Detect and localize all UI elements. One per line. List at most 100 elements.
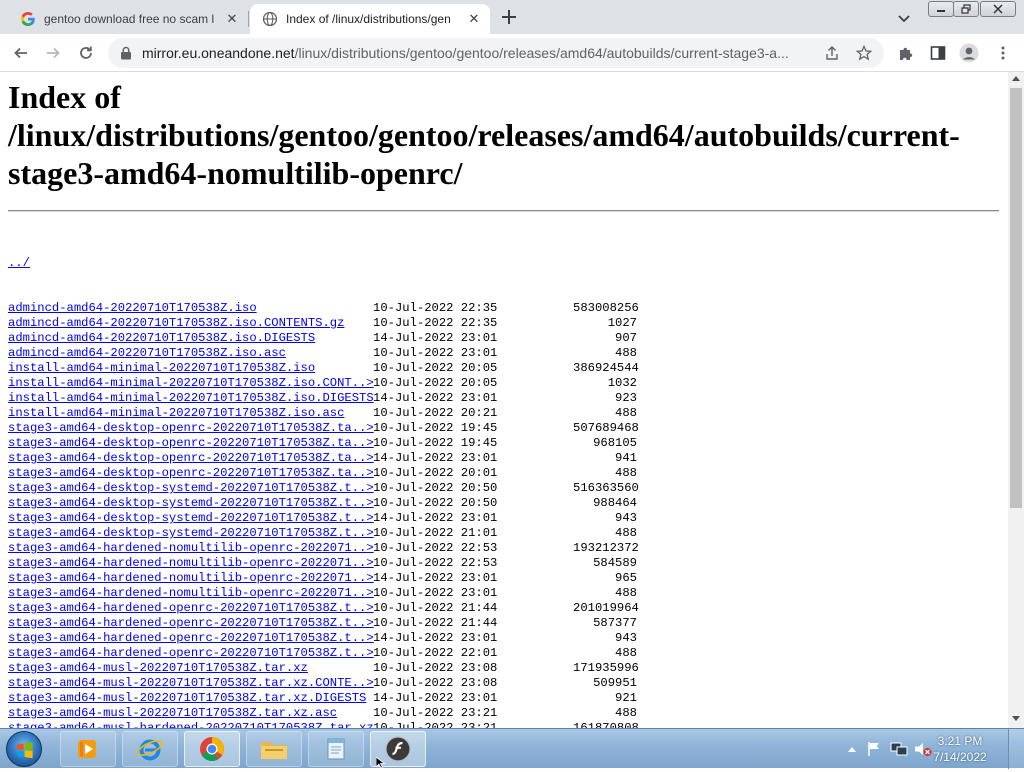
- file-link[interactable]: stage3-amd64-desktop-systemd-20220710T17…: [8, 481, 374, 495]
- show-desktop-button[interactable]: [1008, 729, 1024, 769]
- file-link[interactable]: stage3-amd64-desktop-openrc-20220710T170…: [8, 436, 374, 450]
- file-link[interactable]: install-amd64-minimal-20220710T170538Z.i…: [8, 361, 315, 375]
- file-link[interactable]: stage3-amd64-hardened-openrc-20220710T17…: [8, 601, 374, 615]
- file-row: admincd-amd64-20220710T170538Z.iso.asc 10…: [8, 346, 637, 361]
- file-link[interactable]: install-amd64-minimal-20220710T170538Z.i…: [8, 376, 374, 390]
- file-link[interactable]: stage3-amd64-hardened-openrc-20220710T17…: [8, 631, 374, 645]
- address-bar[interactable]: mirror.eu.oneandone.net/linux/distributi…: [108, 38, 884, 68]
- file-link[interactable]: admincd-amd64-20220710T170538Z.iso.asc: [8, 346, 286, 360]
- file-link[interactable]: stage3-amd64-hardened-openrc-20220710T17…: [8, 616, 374, 630]
- file-size: 488: [615, 706, 637, 720]
- taskbar-notepad[interactable]: [308, 731, 364, 767]
- file-name-cell: stage3-amd64-musl-20220710T170538Z.tar.x…: [8, 691, 373, 706]
- file-date: 10-Jul-2022 21:01: [373, 526, 498, 540]
- kebab-menu-icon: [1001, 46, 1005, 60]
- restore-window-button[interactable]: [953, 1, 979, 17]
- file-date: 10-Jul-2022 22:53: [373, 541, 498, 555]
- parent-directory-link[interactable]: ../: [8, 256, 30, 270]
- file-link[interactable]: stage3-amd64-musl-20220710T170538Z.tar.x…: [8, 676, 374, 690]
- show-hidden-icons-icon[interactable]: [847, 745, 857, 753]
- file-name-cell: stage3-amd64-desktop-systemd-20220710T17…: [8, 511, 374, 526]
- profile-button[interactable]: [959, 43, 979, 63]
- close-window-button[interactable]: [980, 1, 1016, 17]
- file-name-cell: admincd-amd64-20220710T170538Z.iso.asc: [8, 346, 373, 361]
- file-size: 488: [615, 646, 637, 660]
- share-icon[interactable]: [824, 45, 840, 61]
- file-link[interactable]: install-amd64-minimal-20220710T170538Z.i…: [8, 406, 344, 420]
- side-panel-button[interactable]: [929, 44, 947, 62]
- file-link[interactable]: stage3-amd64-hardened-nomultilib-openrc-…: [8, 556, 374, 570]
- file-link[interactable]: admincd-amd64-20220710T170538Z.iso.DIGES…: [8, 331, 315, 345]
- file-size: 488: [615, 526, 637, 540]
- scroll-down-arrow-icon[interactable]: [1012, 716, 1020, 721]
- taskbar-chrome[interactable]: [184, 731, 240, 767]
- action-center-flag-icon[interactable]: [866, 741, 882, 757]
- file-row: install-amd64-minimal-20220710T170538Z.i…: [8, 406, 637, 421]
- lock-icon[interactable]: [120, 46, 132, 60]
- start-button[interactable]: [6, 731, 42, 767]
- file-link[interactable]: stage3-amd64-musl-20220710T170538Z.tar.x…: [8, 706, 337, 720]
- file-link[interactable]: stage3-amd64-hardened-nomultilib-openrc-…: [8, 571, 374, 585]
- file-explorer-icon: [261, 742, 287, 759]
- file-link[interactable]: stage3-amd64-desktop-systemd-20220710T17…: [8, 526, 374, 540]
- minimize-window-button[interactable]: [928, 1, 954, 17]
- scrollbar-thumb[interactable]: [1010, 88, 1022, 508]
- file-row: install-amd64-minimal-20220710T170538Z.i…: [8, 361, 639, 376]
- parent-directory-row: ../: [8, 256, 637, 271]
- taskbar-media-player[interactable]: [60, 731, 116, 767]
- file-row: stage3-amd64-musl-20220710T170538Z.tar.x…: [8, 676, 637, 691]
- browser-menu-button[interactable]: [994, 44, 1012, 62]
- taskbar-file-explorer[interactable]: [246, 731, 302, 767]
- file-row: stage3-amd64-desktop-openrc-20220710T170…: [8, 436, 637, 451]
- arrow-right-icon: [47, 47, 60, 59]
- network-icon[interactable]: [890, 741, 908, 757]
- scroll-up-arrow-icon[interactable]: [1012, 76, 1020, 81]
- reload-icon: [80, 46, 92, 59]
- file-name-cell: stage3-amd64-desktop-openrc-20220710T170…: [8, 451, 374, 466]
- close-tab-icon[interactable]: ✕: [466, 11, 482, 27]
- file-link[interactable]: stage3-amd64-desktop-systemd-20220710T17…: [8, 496, 374, 510]
- file-link[interactable]: stage3-amd64-musl-20220710T170538Z.tar.x…: [8, 661, 308, 675]
- file-link[interactable]: admincd-amd64-20220710T170538Z.iso.CONTE…: [8, 316, 344, 330]
- file-link[interactable]: stage3-amd64-desktop-openrc-20220710T170…: [8, 451, 374, 465]
- file-name-cell: stage3-amd64-hardened-nomultilib-openrc-…: [8, 556, 374, 571]
- system-clock[interactable]: 3:21 PM 7/14/2022: [924, 733, 996, 765]
- file-link[interactable]: stage3-amd64-musl-hardened-20220710T1705…: [8, 721, 374, 728]
- file-link[interactable]: stage3-amd64-hardened-nomultilib-openrc-…: [8, 541, 374, 555]
- file-link[interactable]: stage3-amd64-hardened-nomultilib-openrc-…: [8, 586, 374, 600]
- clock-time: 3:21 PM: [937, 734, 983, 748]
- forward-button[interactable]: [44, 44, 62, 62]
- star-icon[interactable]: [856, 45, 872, 61]
- reload-button[interactable]: [77, 44, 95, 62]
- puzzle-icon: [900, 47, 913, 60]
- file-date: 10-Jul-2022 22:53: [373, 556, 498, 570]
- file-link[interactable]: stage3-amd64-hardened-openrc-20220710T17…: [8, 646, 374, 660]
- file-link[interactable]: stage3-amd64-musl-20220710T170538Z.tar.x…: [8, 691, 366, 705]
- file-date: 10-Jul-2022 20:50: [373, 481, 498, 495]
- file-link[interactable]: stage3-amd64-desktop-openrc-20220710T170…: [8, 466, 374, 480]
- file-link[interactable]: stage3-amd64-desktop-openrc-20220710T170…: [8, 421, 374, 435]
- file-link[interactable]: admincd-amd64-20220710T170538Z.iso: [8, 301, 257, 315]
- extensions-button[interactable]: [897, 44, 915, 62]
- file-name-cell: stage3-amd64-desktop-openrc-20220710T170…: [8, 466, 374, 481]
- file-size: 587377: [593, 616, 637, 630]
- new-tab-plus-icon[interactable]: [500, 8, 518, 26]
- file-date: 10-Jul-2022 19:45: [373, 436, 498, 450]
- tab-google-search[interactable]: gentoo download free no scam l ✕: [8, 4, 248, 34]
- side-panel-icon: [930, 46, 946, 60]
- file-size: 941: [615, 451, 637, 465]
- flash-icon: [385, 736, 411, 762]
- close-tab-icon[interactable]: ✕: [224, 11, 240, 27]
- file-link[interactable]: stage3-amd64-desktop-systemd-20220710T17…: [8, 511, 374, 525]
- chevron-down-icon[interactable]: [896, 10, 912, 26]
- file-name-cell: stage3-amd64-musl-hardened-20220710T1705…: [8, 721, 374, 728]
- back-button[interactable]: [12, 44, 30, 62]
- file-size: 509951: [593, 676, 637, 690]
- file-row: stage3-amd64-desktop-systemd-20220710T17…: [8, 526, 637, 541]
- file-link[interactable]: install-amd64-minimal-20220710T170538Z.i…: [8, 391, 374, 405]
- file-date: 10-Jul-2022 22:35: [373, 316, 498, 330]
- taskbar-internet-explorer[interactable]: [122, 731, 178, 767]
- file-date: 10-Jul-2022 21:44: [373, 601, 498, 615]
- file-size: 488: [615, 346, 637, 360]
- tab-index-listing[interactable]: Index of /linux/distributions/gen ✕: [250, 4, 490, 34]
